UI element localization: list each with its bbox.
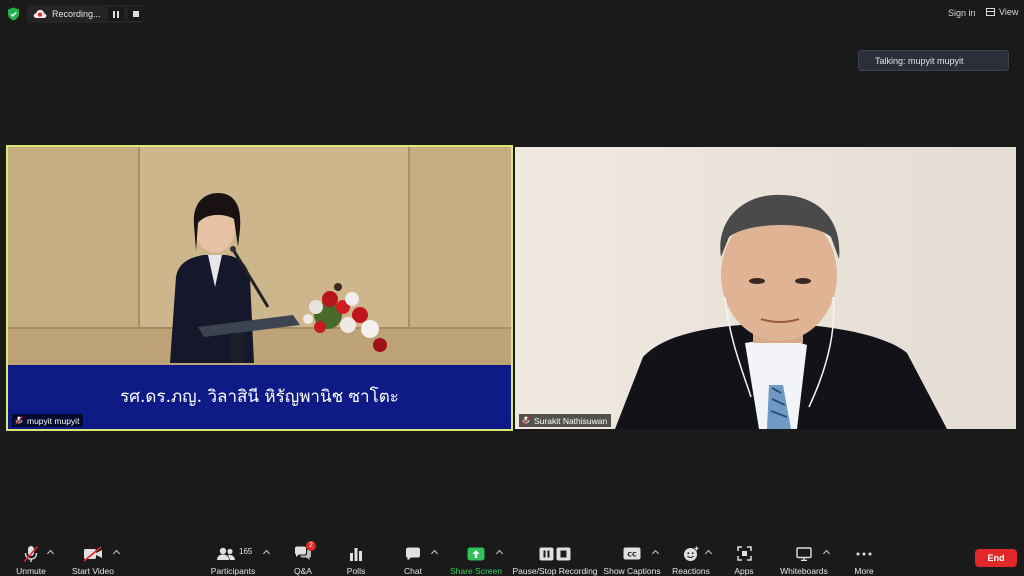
participant-video-feed xyxy=(515,147,1016,429)
chat-bubble-icon xyxy=(406,547,420,560)
share-screen-button[interactable]: Share Screen xyxy=(450,536,502,576)
participants-options-chevron-icon[interactable] xyxy=(263,548,271,556)
show-captions-button[interactable]: CC Show Captions xyxy=(603,536,661,576)
apps-icon xyxy=(736,546,752,561)
polls-bar-chart-icon xyxy=(350,547,362,561)
end-meeting-button[interactable]: End xyxy=(975,549,1017,567)
chat-button[interactable]: Chat xyxy=(400,536,426,576)
participants-button[interactable]: 165 Participants xyxy=(210,536,256,576)
reactions-smiley-icon xyxy=(684,546,699,561)
cloud-recording-icon xyxy=(33,9,47,18)
whiteboard-icon xyxy=(796,546,812,561)
video-tile-participant[interactable]: Surakit Nathisuwan xyxy=(515,147,1016,429)
polls-button[interactable]: Polls xyxy=(343,536,369,576)
qa-button[interactable]: 2 Q&A xyxy=(290,536,316,576)
pause-stop-recording-label: Pause/Stop Recording xyxy=(512,566,598,576)
mic-muted-icon xyxy=(522,416,530,425)
video-tile-speaker[interactable]: รศ.ดร.ภญ. วิลาสินี หิรัญพานิช ซาโตะ mupy… xyxy=(6,145,513,431)
reactions-label: Reactions xyxy=(672,566,710,576)
participant-name: Surakit Nathisuwan xyxy=(534,415,608,426)
recording-indicator: Recording... xyxy=(27,5,144,23)
participant-name-tag: Surakit Nathisuwan xyxy=(519,414,612,427)
svg-text:CC: CC xyxy=(627,550,637,558)
recording-label: Recording... xyxy=(52,9,101,19)
reactions-options-chevron-icon[interactable] xyxy=(705,548,713,556)
security-shield-icon[interactable] xyxy=(7,7,20,21)
pause-stop-recording-button[interactable]: Pause/Stop Recording xyxy=(512,536,598,576)
polls-label: Polls xyxy=(346,566,366,576)
qa-label: Q&A xyxy=(294,566,312,576)
mic-muted-icon xyxy=(15,416,23,425)
share-screen-label: Share Screen xyxy=(450,566,502,576)
talking-indicator: Talking: mupyit mupyit xyxy=(858,50,1009,71)
video-off-icon xyxy=(83,545,102,562)
qa-badge: 2 xyxy=(306,541,316,551)
chat-options-chevron-icon[interactable] xyxy=(431,548,439,556)
share-screen-arrow-icon xyxy=(467,547,485,560)
mic-muted-icon xyxy=(23,545,39,562)
video-options-chevron-icon[interactable] xyxy=(113,548,121,556)
apps-button[interactable]: Apps xyxy=(730,536,758,576)
meeting-toolbar: Unmute Start Video 165 Participants 2 Q&… xyxy=(0,536,1024,576)
whiteboards-button[interactable]: Whiteboards xyxy=(778,536,830,576)
participant-name: mupyit mupyit xyxy=(27,415,80,426)
stop-recording-button[interactable] xyxy=(128,7,144,21)
more-button[interactable]: More xyxy=(850,536,878,576)
view-button[interactable]: View xyxy=(986,7,1018,17)
pause-stop-recording-icon xyxy=(539,547,571,560)
pause-icon xyxy=(113,10,119,18)
participants-label: Participants xyxy=(210,566,256,576)
unmute-label: Unmute xyxy=(16,566,46,576)
participant-name-tag: mupyit mupyit xyxy=(12,414,84,427)
view-label: View xyxy=(999,7,1019,17)
top-bar: Recording... Sign in View xyxy=(0,0,1024,28)
captions-options-chevron-icon[interactable] xyxy=(652,548,660,556)
start-video-label: Start Video xyxy=(72,566,114,576)
whiteboards-options-chevron-icon[interactable] xyxy=(823,548,831,556)
pause-recording-button[interactable] xyxy=(108,7,124,21)
whiteboards-label: Whiteboards xyxy=(780,566,828,576)
thai-name-caption: รศ.ดร.ภญ. วิลาสินี หิรัญพานิช ซาโตะ xyxy=(120,387,399,407)
more-label: More xyxy=(854,566,874,576)
participants-count: 165 xyxy=(239,547,253,556)
start-video-button[interactable]: Start Video xyxy=(71,536,115,576)
apps-label: Apps xyxy=(734,566,754,576)
stop-icon xyxy=(133,11,139,17)
show-captions-label: Show Captions xyxy=(603,566,661,576)
chat-label: Chat xyxy=(404,566,422,576)
closed-captions-icon: CC xyxy=(623,547,641,560)
sign-in-link[interactable]: Sign in xyxy=(948,8,976,18)
share-options-chevron-icon[interactable] xyxy=(496,548,504,556)
participants-icon xyxy=(217,547,235,560)
reactions-button[interactable]: Reactions xyxy=(671,536,711,576)
more-ellipsis-icon xyxy=(856,552,872,555)
view-grid-icon xyxy=(986,8,995,16)
audio-options-chevron-icon[interactable] xyxy=(47,548,55,556)
unmute-button[interactable]: Unmute xyxy=(14,536,48,576)
